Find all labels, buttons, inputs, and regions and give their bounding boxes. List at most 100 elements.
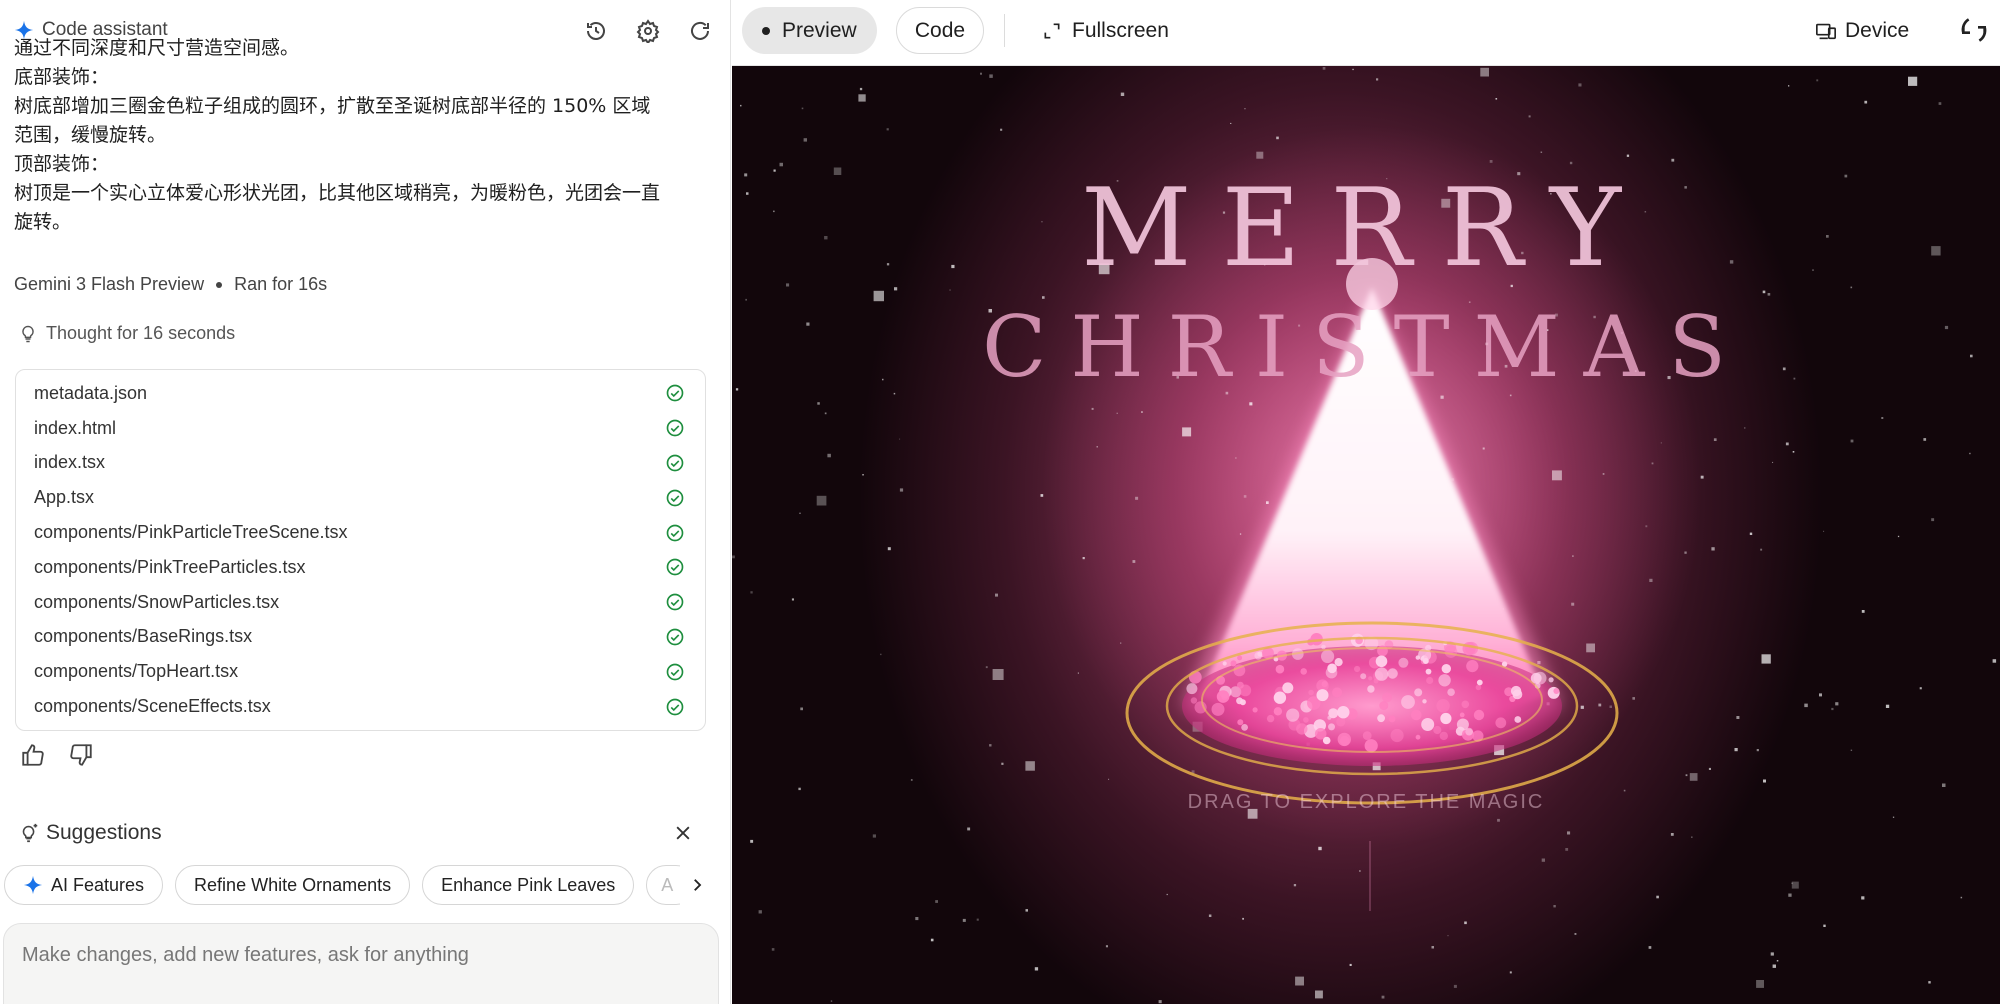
sparkle-particle (1308, 689, 1314, 696)
chip-ai-features[interactable]: AI Features (4, 865, 164, 905)
snow-particle (816, 495, 827, 506)
suggestions-header: Suggestions (18, 821, 698, 845)
snow-particle (1816, 79, 1819, 82)
file-name: components/PinkTreeParticles.tsx (34, 556, 306, 577)
message-line: 树底部增加三圈金色粒子组成的圆环，扩散至圣诞树底部半径的 150% 区域 (14, 95, 651, 117)
file-item[interactable]: components/PinkParticleTreeScene.tsx (16, 515, 705, 550)
sparkle-particle (1512, 689, 1523, 700)
snow-particle (1651, 462, 1654, 465)
snow-particle (1322, 67, 1326, 70)
prompt-input[interactable] (22, 944, 702, 984)
message-line: 旋转。 (14, 211, 72, 233)
snow-particle (1132, 560, 1136, 563)
snow-particle (1574, 933, 1577, 935)
snow-particle (791, 598, 794, 601)
snow-particle (824, 412, 827, 415)
chip-enhance-pink-leaves[interactable]: Enhance Pink Leaves (422, 865, 635, 905)
snow-particle (732, 555, 735, 559)
sparkle-particle (1282, 682, 1294, 694)
chip-label: A (661, 874, 674, 895)
snow-particle (1553, 905, 1556, 908)
file-name: components/TopHeart.tsx (34, 661, 239, 682)
snow-particle (1166, 893, 1168, 896)
snow-particle (1708, 767, 1711, 770)
snow-particle (1928, 981, 1931, 984)
tab-preview[interactable]: Preview (742, 7, 877, 54)
snow-particle (858, 94, 866, 102)
snow-particle (1938, 102, 1942, 105)
sparkle-particle (1475, 684, 1482, 691)
sparkle-particle (1411, 709, 1422, 721)
check-circle-icon (666, 628, 684, 646)
file-item[interactable]: metadata.json (16, 376, 705, 411)
chip-refine-white-ornaments[interactable]: Refine White Ornaments (175, 865, 411, 905)
snow-particle (1381, 995, 1385, 999)
sparkle-particle (1237, 719, 1244, 726)
thumbs-down-icon[interactable] (68, 742, 94, 768)
file-item[interactable]: App.tsx (16, 480, 705, 515)
generated-files-list: metadata.json index.html index.tsx App.t… (15, 369, 706, 731)
snow-particle (827, 453, 831, 458)
message-line: 底部装饰： (14, 66, 110, 88)
snow-particle (935, 900, 938, 903)
sparkle-particle (1252, 707, 1258, 713)
check-circle-icon (666, 489, 684, 507)
model-name: Gemini 3 Flash Preview (14, 274, 205, 294)
snow-particle (1208, 914, 1212, 917)
snow-particle (1767, 293, 1771, 296)
snow-particle (1318, 846, 1322, 851)
snow-particle (750, 591, 753, 594)
snow-particle (1249, 402, 1253, 406)
file-name: components/SnowParticles.tsx (34, 591, 280, 612)
snow-particle (1569, 161, 1573, 165)
device-button[interactable]: Device (1815, 7, 1909, 54)
snow-particle (985, 666, 988, 669)
file-item[interactable]: components/SceneEffects.tsx (16, 689, 705, 724)
snow-particle (803, 138, 807, 142)
chips-next-button[interactable] (680, 865, 714, 905)
file-name: components/BaseRings.tsx (34, 626, 253, 647)
file-name: components/PinkParticleTreeScene.tsx (34, 522, 348, 543)
snow-particle (1295, 976, 1304, 986)
file-item[interactable]: index.tsx (16, 446, 705, 481)
sparkle-particle (1316, 689, 1329, 702)
file-item[interactable]: components/SnowParticles.tsx (16, 585, 705, 620)
sparkle-particle (1421, 718, 1435, 731)
thought-toggle[interactable]: Thought for 16 seconds (18, 323, 235, 344)
rotate-icon[interactable] (1958, 14, 1990, 46)
snow-particle (1861, 610, 1865, 613)
snow-particle (1892, 816, 1895, 818)
active-dot (762, 26, 770, 35)
sparkle-particle (1461, 700, 1470, 709)
file-item[interactable]: components/BaseRings.tsx (16, 620, 705, 655)
snow-particle (1586, 643, 1595, 653)
tab-code[interactable]: Code (896, 7, 984, 54)
preview-toolbar: Preview Code Fullscreen Device (732, 0, 2000, 66)
snow-particle (1567, 831, 1571, 835)
sparkle-particle (1438, 674, 1451, 687)
snow-particle (1823, 924, 1826, 927)
snow-particle (1804, 703, 1808, 708)
title-merry: MERRY (1080, 166, 1652, 291)
snow-particle (1831, 707, 1834, 711)
sparkle-particle (1321, 649, 1335, 664)
preview-canvas[interactable]: MERRY CHRISTMAS DRAG TO EXPLORE THE MAGI… (732, 66, 2000, 1004)
snow-particle (886, 128, 889, 131)
file-item[interactable]: index.html (16, 411, 705, 446)
snow-particle (1756, 749, 1759, 752)
sparkle-particle (1422, 699, 1427, 704)
snow-particle (1942, 783, 1946, 787)
sparkle-particle (1495, 717, 1507, 729)
file-item[interactable]: components/TopHeart.tsx (16, 654, 705, 689)
prompt-box (3, 923, 719, 1004)
snow-particle (1785, 442, 1789, 446)
snow-particle (1235, 457, 1237, 459)
fullscreen-button[interactable]: Fullscreen (1042, 7, 1169, 54)
sparkle-particle (1334, 658, 1343, 667)
sparkle-particle (1374, 667, 1389, 681)
close-suggestions-button[interactable] (668, 818, 698, 848)
thumbs-up-icon[interactable] (20, 742, 46, 768)
file-item[interactable]: components/PinkTreeParticles.tsx (16, 550, 705, 585)
sparkle-particle (1321, 681, 1328, 688)
sparkle-particle (1286, 708, 1300, 722)
